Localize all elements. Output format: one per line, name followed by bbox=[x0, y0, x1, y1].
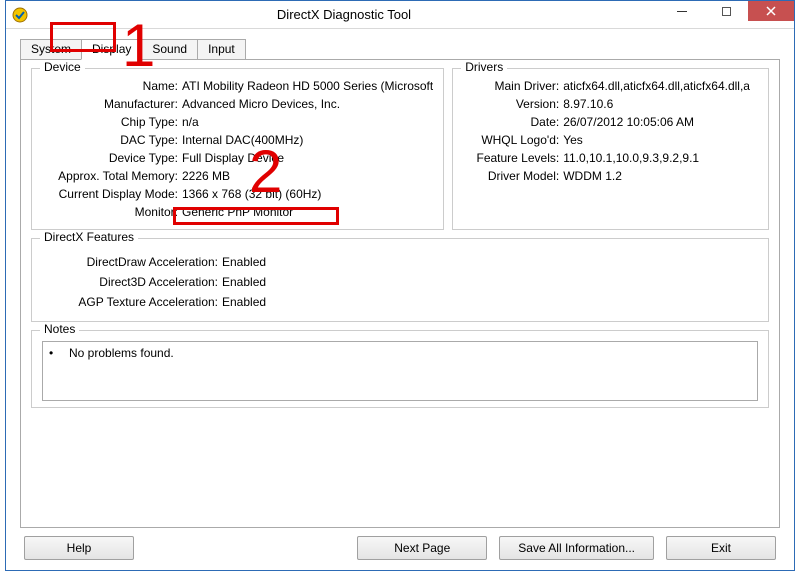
device-manufacturer-value: Advanced Micro Devices, Inc. bbox=[182, 97, 340, 111]
device-total-memory-value: 2226 MB bbox=[182, 169, 230, 183]
dx-direct3d-value: Enabled bbox=[222, 275, 266, 289]
device-dac-type-label: DAC Type: bbox=[42, 133, 182, 147]
device-monitor-value: Generic PnP Monitor bbox=[182, 205, 293, 219]
tab-panel-display: 2 Device Name:ATI Mobility Radeon HD 500… bbox=[20, 59, 780, 528]
dx-agp-label: AGP Texture Acceleration: bbox=[42, 295, 222, 309]
drivers-whql-value: Yes bbox=[563, 133, 583, 147]
device-chip-type-value: n/a bbox=[182, 115, 199, 129]
tab-input[interactable]: Input bbox=[197, 39, 246, 59]
device-name-label: Name: bbox=[42, 79, 182, 93]
next-page-button[interactable]: Next Page bbox=[357, 536, 487, 560]
maximize-button[interactable] bbox=[704, 1, 748, 21]
drivers-whql-label: WHQL Logo'd: bbox=[463, 133, 563, 147]
minimize-button[interactable] bbox=[660, 1, 704, 21]
drivers-version-label: Version: bbox=[463, 97, 563, 111]
drivers-model-value: WDDM 1.2 bbox=[563, 169, 622, 183]
device-display-mode-label: Current Display Mode: bbox=[42, 187, 182, 201]
dx-directdraw-value: Enabled bbox=[222, 255, 266, 269]
drivers-main-label: Main Driver: bbox=[463, 79, 563, 93]
device-monitor-label: Monitor: bbox=[42, 205, 182, 219]
close-button[interactable] bbox=[748, 1, 794, 21]
dx-directdraw-label: DirectDraw Acceleration: bbox=[42, 255, 222, 269]
dx-agp-value: Enabled bbox=[222, 295, 266, 309]
help-button[interactable]: Help bbox=[24, 536, 134, 560]
notes-textbox[interactable]: • No problems found. bbox=[42, 341, 758, 401]
drivers-date-value: 26/07/2012 10:05:06 AM bbox=[563, 115, 694, 129]
device-manufacturer-label: Manufacturer: bbox=[42, 97, 182, 111]
drivers-model-label: Driver Model: bbox=[463, 169, 563, 183]
group-drivers-legend: Drivers bbox=[461, 60, 507, 74]
titlebar: DirectX Diagnostic Tool bbox=[6, 1, 794, 29]
notes-line-1: No problems found. bbox=[69, 346, 174, 360]
drivers-feature-levels-label: Feature Levels: bbox=[463, 151, 563, 165]
device-chip-type-label: Chip Type: bbox=[42, 115, 182, 129]
notes-bullet-icon: • bbox=[49, 346, 69, 360]
exit-button[interactable]: Exit bbox=[666, 536, 776, 560]
tab-strip: System Display Sound Input bbox=[20, 37, 780, 59]
app-icon bbox=[12, 7, 28, 23]
drivers-feature-levels-value: 11.0,10.1,10.0,9.3,9.2,9.1 bbox=[563, 151, 699, 165]
group-notes-legend: Notes bbox=[40, 322, 79, 336]
save-all-button[interactable]: Save All Information... bbox=[499, 536, 654, 560]
drivers-date-label: Date: bbox=[463, 115, 563, 129]
dx-direct3d-label: Direct3D Acceleration: bbox=[42, 275, 222, 289]
group-dxfeatures-legend: DirectX Features bbox=[40, 230, 138, 244]
device-type-label: Device Type: bbox=[42, 151, 182, 165]
device-dac-type-value: Internal DAC(400MHz) bbox=[182, 133, 303, 147]
drivers-version-value: 8.97.10.6 bbox=[563, 97, 613, 111]
button-bar: Help Next Page Save All Information... E… bbox=[20, 528, 780, 560]
group-device-legend: Device bbox=[40, 60, 85, 74]
drivers-main-value: aticfx64.dll,aticfx64.dll,aticfx64.dll,a bbox=[563, 79, 750, 93]
device-type-value: Full Display Device bbox=[182, 151, 284, 165]
tab-sound[interactable]: Sound bbox=[141, 39, 198, 59]
device-display-mode-value: 1366 x 768 (32 bit) (60Hz) bbox=[182, 187, 321, 201]
window-title: DirectX Diagnostic Tool bbox=[28, 7, 660, 22]
device-total-memory-label: Approx. Total Memory: bbox=[42, 169, 182, 183]
device-name-value: ATI Mobility Radeon HD 5000 Series (Micr… bbox=[182, 79, 433, 93]
tab-display[interactable]: Display bbox=[81, 39, 142, 60]
tab-system[interactable]: System bbox=[20, 39, 82, 59]
